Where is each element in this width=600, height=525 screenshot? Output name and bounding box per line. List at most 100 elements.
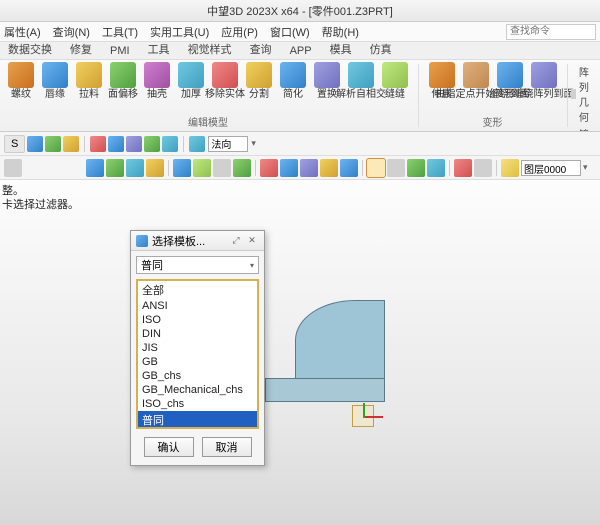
menu-tools[interactable]: 工具(T)	[102, 24, 138, 40]
tab-query[interactable]: 查询	[246, 39, 276, 59]
list-item[interactable]: ANSI	[138, 299, 257, 313]
compass-icon	[189, 136, 205, 152]
list-item[interactable]: 普同	[138, 411, 257, 429]
tb2-icon-15[interactable]	[407, 159, 425, 177]
model-part[interactable]	[265, 300, 385, 410]
ribbon-icon	[76, 62, 102, 88]
tb2-icon-13[interactable]	[340, 159, 358, 177]
ribbon-btn-15[interactable]: 缠绕阵列到面	[528, 62, 560, 100]
tab-repair[interactable]: 修复	[66, 39, 96, 59]
ribbon-basic-pattern[interactable]: 阵列几何	[571, 64, 598, 124]
qat-icon-7[interactable]	[144, 136, 160, 152]
dialog-pin-icon[interactable]: ⤢	[229, 234, 243, 248]
list-item[interactable]: ISO	[138, 313, 257, 327]
ribbon-icon	[8, 62, 34, 88]
ribbon-btn-3[interactable]: 面偏移	[107, 62, 139, 100]
qat-icon-4[interactable]	[90, 136, 106, 152]
part-face-top[interactable]	[295, 300, 385, 380]
tab-app[interactable]: APP	[286, 43, 316, 59]
tb2-icon-2[interactable]	[106, 159, 124, 177]
qat-icon-1[interactable]	[27, 136, 43, 152]
ribbon-btn-1[interactable]: 唇缘	[39, 62, 71, 100]
expand-icon[interactable]	[4, 159, 22, 177]
tab-tools[interactable]: 工具	[144, 39, 174, 59]
list-item[interactable]: 全部	[138, 281, 257, 299]
separator	[449, 160, 450, 176]
menu-attributes[interactable]: 属性(A)	[4, 24, 41, 40]
qat-icon-5[interactable]	[108, 136, 124, 152]
tb2-icon-12[interactable]	[320, 159, 338, 177]
list-item[interactable]: GB_chs	[138, 369, 257, 383]
ribbon-btn-8[interactable]: 简化	[277, 62, 309, 100]
dropdown-icon[interactable]: ▾	[251, 138, 256, 149]
dialog-titlebar[interactable]: 选择模板... ⤢ ✕	[131, 231, 264, 251]
qat-icon-3[interactable]	[63, 136, 79, 152]
tb2-icon-14[interactable]	[387, 159, 405, 177]
ribbon-btn-0[interactable]: 螺纹	[5, 62, 37, 100]
tb2-icon-9[interactable]	[260, 159, 278, 177]
list-item[interactable]: GB	[138, 355, 257, 369]
tb2-icon-10[interactable]	[280, 159, 298, 177]
ribbon-icon	[246, 62, 272, 88]
ribbon-btn-4[interactable]: 抽壳	[141, 62, 173, 100]
tb2-icon-18[interactable]	[474, 159, 492, 177]
bulb-icon[interactable]	[501, 159, 519, 177]
ribbon-btn-6[interactable]: 移除实体	[209, 62, 241, 100]
menu-query[interactable]: 查询(N)	[53, 24, 90, 40]
tb2-icon-3[interactable]	[126, 159, 144, 177]
ok-button[interactable]: 确认	[144, 437, 194, 457]
menu-window[interactable]: 窗口(W)	[270, 24, 310, 40]
cancel-button[interactable]: 取消	[202, 437, 252, 457]
ribbon-icon	[429, 62, 455, 88]
viewport[interactable]: 整。 卡选择过滤器。 选择模板... ⤢ ✕ 普同 ▾ 全部ANSIISODIN…	[0, 180, 600, 525]
template-combo[interactable]: 普同 ▾	[136, 256, 259, 274]
menu-app[interactable]: 应用(P)	[221, 24, 258, 40]
ribbon-btn-10[interactable]: 解析自相交	[345, 62, 377, 100]
tb2-icon-1[interactable]	[86, 159, 104, 177]
qat-icon-2[interactable]	[45, 136, 61, 152]
tb2-icon-11[interactable]	[300, 159, 318, 177]
tb2-icon-8[interactable]	[233, 159, 251, 177]
tb2-icon-16[interactable]	[427, 159, 445, 177]
dropdown-icon[interactable]: ▾	[583, 162, 588, 173]
tab-sim[interactable]: 仿真	[366, 39, 396, 59]
tb2-icon-7[interactable]	[213, 159, 231, 177]
hint-text-2: 卡选择过滤器。	[2, 196, 79, 212]
ribbon-label: 加厚	[181, 89, 201, 100]
ribbon-btn-2[interactable]: 拉料	[73, 62, 105, 100]
normal-input[interactable]	[208, 136, 248, 152]
template-list[interactable]: 全部ANSIISODINJISGBGB_chsGB_Mechanical_chs…	[136, 279, 259, 429]
ribbon-btn-11[interactable]: 缝缝	[379, 62, 411, 100]
separator	[362, 160, 363, 176]
list-item[interactable]: ISO_chs	[138, 397, 257, 411]
tb2-icon-17[interactable]	[454, 159, 472, 177]
qat-tab[interactable]: S	[4, 135, 25, 153]
search-input[interactable]	[506, 24, 596, 40]
tb2-icon-6[interactable]	[193, 159, 211, 177]
ribbon-icon	[178, 62, 204, 88]
ribbon-icon	[144, 62, 170, 88]
list-item[interactable]: JIS	[138, 341, 257, 355]
tab-mold[interactable]: 模具	[326, 39, 356, 59]
tb2-icon-4[interactable]	[146, 159, 164, 177]
qat-icon-8[interactable]	[162, 136, 178, 152]
list-item[interactable]: GB_Mechanical_chs	[138, 383, 257, 397]
dialog-title: 选择模板...	[152, 233, 227, 249]
tab-visual[interactable]: 视觉样式	[184, 39, 236, 59]
menu-help[interactable]: 帮助(H)	[322, 24, 359, 40]
view-triad[interactable]	[352, 395, 392, 435]
qat-icon-6[interactable]	[126, 136, 142, 152]
ribbon-btn-7[interactable]: 分割	[243, 62, 275, 100]
ribbon-group-deform: 伸展由指定点开始变形缠绕到面缠绕阵列到面 变形	[421, 60, 565, 131]
tb2-icon-5[interactable]	[173, 159, 191, 177]
menu-utilities[interactable]: 实用工具(U)	[150, 24, 209, 40]
tab-exchange[interactable]: 数据交换	[4, 39, 56, 59]
tb2-icon-active[interactable]	[367, 159, 385, 177]
ribbon-btn-13[interactable]: 由指定点开始变形	[460, 62, 492, 100]
list-item[interactable]: DIN	[138, 327, 257, 341]
ribbon-btn-5[interactable]: 加厚	[175, 62, 207, 100]
layer-field[interactable]: 图层0000	[521, 160, 581, 176]
dialog-close-icon[interactable]: ✕	[245, 234, 259, 248]
ribbon-icon	[382, 62, 408, 88]
tab-pmi[interactable]: PMI	[106, 43, 134, 59]
